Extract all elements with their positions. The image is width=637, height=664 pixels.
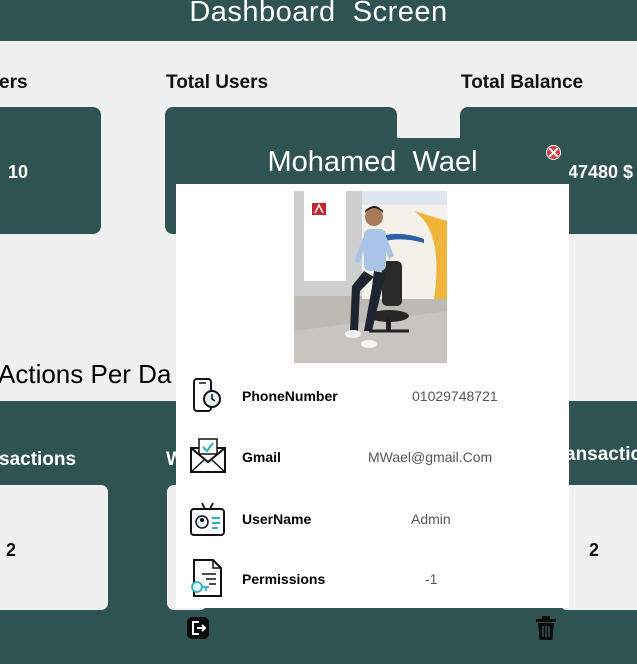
action-card-transactions: 2	[0, 485, 108, 610]
phone-icon	[193, 378, 221, 412]
username-label: UserName	[242, 511, 312, 527]
profile-photo-art	[294, 191, 447, 363]
gmail-label: Gmail	[242, 449, 281, 465]
stat-label-total-balance: Total Balance	[461, 72, 584, 93]
action-card-right: 2	[560, 485, 637, 610]
close-button[interactable]	[546, 145, 561, 160]
section-title: Actions Per Da	[0, 359, 172, 389]
permissions-value: -1	[425, 571, 438, 587]
profile-modal-header: Mohamed Wael	[176, 138, 569, 184]
stat-value-total-balance: 47480 $	[568, 162, 634, 182]
stat-value-users: 10	[8, 162, 29, 182]
stat-card-users: 10	[0, 107, 101, 234]
id-badge-icon	[190, 502, 225, 536]
logout-icon[interactable]	[186, 616, 210, 640]
document-key-icon	[191, 559, 222, 597]
action-label-transactions: sactions	[0, 449, 77, 470]
action-value-transactions: 2	[6, 540, 17, 560]
title-bar: Dashboard Screen	[0, 0, 637, 41]
action-value-right: 2	[589, 540, 600, 560]
username-value: Admin	[411, 511, 451, 527]
close-icon	[549, 148, 558, 157]
phone-label: PhoneNumber	[242, 388, 338, 404]
stat-label-users: ers	[0, 72, 28, 93]
trash-icon[interactable]	[534, 616, 558, 641]
profile-photo	[294, 191, 447, 363]
action-label-transactions-right: ansactio	[565, 444, 637, 465]
phone-value: 01029748721	[412, 388, 498, 404]
stat-label-total-users: Total Users	[166, 72, 269, 93]
permissions-label: Permissions	[242, 571, 326, 587]
mail-icon	[190, 438, 226, 473]
window-title: Dashboard Screen	[189, 0, 448, 28]
gmail-value: MWael@gmail.Com	[368, 449, 493, 465]
profile-name: Mohamed Wael	[267, 146, 478, 178]
